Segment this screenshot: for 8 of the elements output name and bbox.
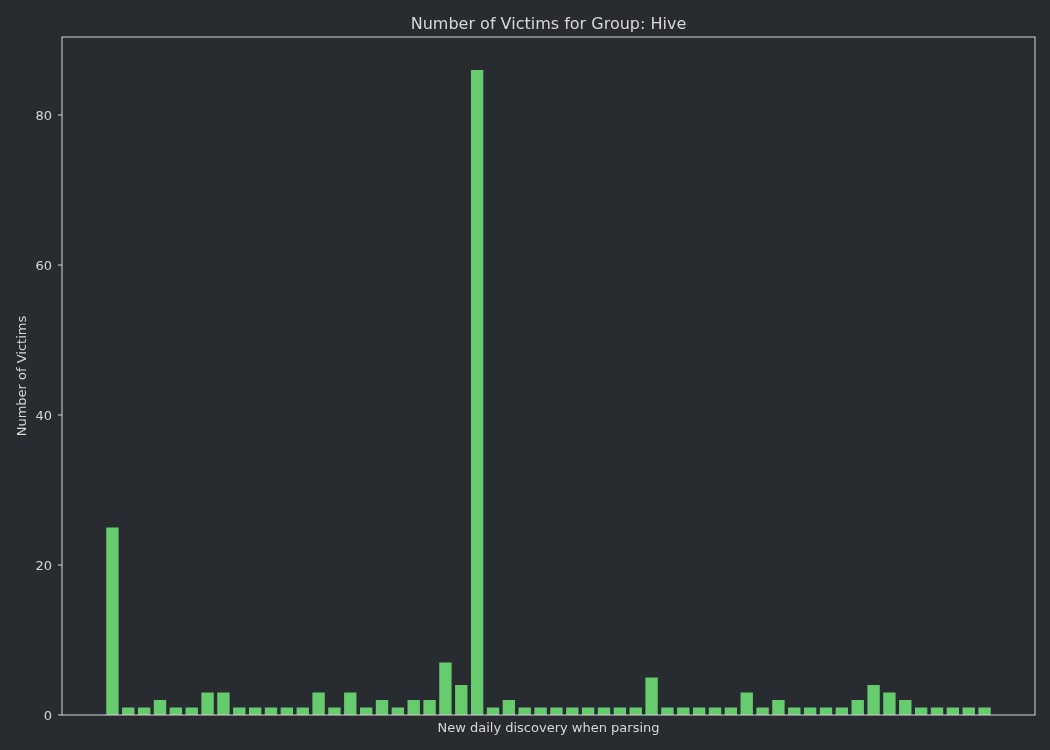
- y-tick-label: 20: [35, 558, 52, 573]
- y-tick-label: 60: [35, 258, 52, 273]
- x-axis-label: New daily discovery when parsing: [437, 720, 660, 735]
- y-tick-label: 40: [35, 408, 52, 423]
- y-tick-label: 0: [43, 708, 52, 723]
- y-tick-label: 80: [35, 108, 52, 123]
- chart-title: Number of Victims for Group: Hive: [410, 14, 687, 33]
- y-axis-label: Number of Victims: [14, 315, 29, 437]
